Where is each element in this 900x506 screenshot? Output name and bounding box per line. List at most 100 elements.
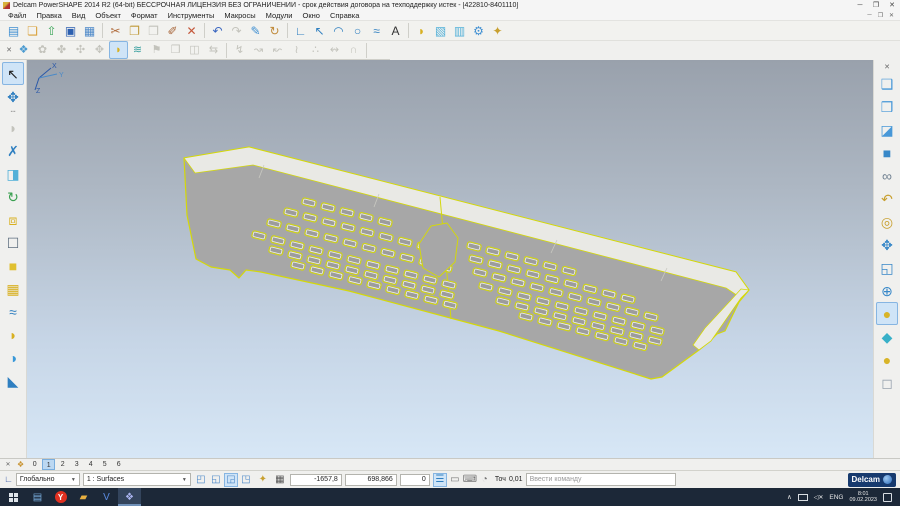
notification-center-icon[interactable] <box>883 493 892 502</box>
level-tab-4[interactable]: 4 <box>84 459 97 470</box>
level-tab-1[interactable]: 1 <box>42 459 55 470</box>
limit-select-icon[interactable]: ✗ <box>2 139 24 162</box>
menu-Файл[interactable]: Файл <box>3 11 31 20</box>
shading-transparent-icon[interactable]: ◻ <box>876 371 898 394</box>
create-feature-icon[interactable]: ▥ <box>450 22 469 40</box>
create-line-icon[interactable]: ∟ <box>291 22 310 40</box>
create-surface-icon[interactable]: ◗ <box>412 22 431 40</box>
protractor-icon[interactable]: ◔ <box>478 473 492 487</box>
erase-icon[interactable]: ✐ <box>163 22 182 40</box>
tolerance-value[interactable]: 0,01 <box>509 476 523 483</box>
curve-morph-icon[interactable]: ≈ <box>2 300 24 323</box>
view-spin-icon[interactable]: ∞ <box>876 164 898 187</box>
cursor-wand-icon[interactable]: ✦ <box>256 473 270 487</box>
create-arc-icon[interactable]: ◠ <box>329 22 348 40</box>
levels-close-icon[interactable]: ✕ <box>3 461 13 468</box>
menu-Окно[interactable]: Окно <box>298 11 325 20</box>
keyboard-entry-icon[interactable]: ⌨ <box>463 473 477 487</box>
menu-Правка[interactable]: Правка <box>31 11 66 20</box>
mdi-minimize-button[interactable]: ─ <box>864 12 875 19</box>
view-solid-cube-icon[interactable]: ■ <box>876 141 898 164</box>
level-tab-6[interactable]: 6 <box>112 459 125 470</box>
file-explorer[interactable]: ▰ <box>72 488 95 506</box>
solid-boolean-icon[interactable]: ⧈ <box>2 208 24 231</box>
ruler-icon[interactable]: ▭ <box>448 473 462 487</box>
mdi-restore-button[interactable]: ❐ <box>875 12 886 19</box>
powershape-taskbar[interactable]: ❖ <box>118 488 141 506</box>
import-file-icon[interactable]: ⇧ <box>42 22 61 40</box>
3d-model-grille-panel[interactable] <box>27 60 845 458</box>
assembly-gears-icon[interactable]: ⚙ <box>469 22 488 40</box>
coord-x-field[interactable]: -1657,8 <box>290 474 342 486</box>
blend-view-icon[interactable]: ↻ <box>265 22 284 40</box>
solid-block-icon[interactable]: ■ <box>2 254 24 277</box>
undo-icon[interactable]: ↶ <box>208 22 227 40</box>
zoom-window-icon[interactable]: ◱ <box>876 256 898 279</box>
language-indicator[interactable]: ENG <box>829 494 843 501</box>
view-from-icon[interactable]: ◪ <box>876 118 898 141</box>
menu-Вид[interactable]: Вид <box>67 11 91 20</box>
workplane-single-icon[interactable]: ◱ <box>209 473 223 487</box>
sphere-split-icon[interactable]: ◑ <box>2 346 24 369</box>
maximize-button[interactable]: ❐ <box>868 0 884 10</box>
workplane-active-icon[interactable]: ◲ <box>224 473 238 487</box>
create-polyline-icon[interactable]: ↖ <box>310 22 329 40</box>
command-input[interactable] <box>526 473 676 486</box>
level-select[interactable]: 1 : Surfaces ▼ <box>83 473 191 486</box>
menu-Макросы[interactable]: Макросы <box>219 11 260 20</box>
zoom-full-icon[interactable]: ✥ <box>876 233 898 256</box>
create-curve-icon[interactable]: ≈ <box>367 22 386 40</box>
workplane-select[interactable]: Глобально ▼ <box>16 473 80 486</box>
create-text-icon[interactable]: A <box>386 22 405 40</box>
wizard-icon[interactable]: ✦ <box>488 22 507 40</box>
speaker-muted-icon[interactable]: ◁✕ <box>814 494 824 501</box>
rail-slider[interactable]: ┄ <box>2 108 24 116</box>
coord-z-field[interactable]: 0 <box>400 474 430 486</box>
item-list-icon[interactable]: ☰ <box>433 473 447 487</box>
minimize-button[interactable]: ─ <box>852 0 868 10</box>
clock[interactable]: 8:01 09.02.2023 <box>849 491 877 503</box>
print-icon[interactable]: ▦ <box>80 22 99 40</box>
transform-tool-icon[interactable]: ✥ <box>2 85 24 108</box>
menu-Модули[interactable]: Модули <box>261 11 298 20</box>
level-tab-3[interactable]: 3 <box>70 459 83 470</box>
new-file-icon[interactable]: ▤ <box>4 22 23 40</box>
surface-morph-icon[interactable]: ◗ <box>2 323 24 346</box>
shading-wireframe-globe-icon[interactable]: ⊕ <box>876 279 898 302</box>
close-button[interactable]: ✕ <box>884 0 900 10</box>
workplane-lock-icon[interactable]: ◳ <box>239 473 253 487</box>
copy-icon[interactable]: ❐ <box>125 22 144 40</box>
start-button[interactable] <box>0 488 26 506</box>
delete-icon[interactable]: ✕ <box>182 22 201 40</box>
shading-shaded-icon[interactable]: ● <box>876 302 898 325</box>
level-tab-5[interactable]: 5 <box>98 459 111 470</box>
menu-Объект[interactable]: Объект <box>90 11 126 20</box>
shading-enhanced-icon[interactable]: ● <box>876 348 898 371</box>
level-tab-0[interactable]: 0 <box>28 459 41 470</box>
draft-cone-icon[interactable]: ◣ <box>2 369 24 392</box>
workplane-axis-icon[interactable]: ∟ <box>4 475 13 484</box>
cut-icon[interactable]: ✂ <box>106 22 125 40</box>
surface-from-curves-icon[interactable]: ≋ <box>128 41 147 59</box>
menu-Инструменты[interactable]: Инструменты <box>163 11 220 20</box>
select-tool-icon[interactable]: ↖ <box>2 62 24 85</box>
edit-sketch-icon[interactable]: ✎ <box>246 22 265 40</box>
create-solid-icon[interactable]: ▧ <box>431 22 450 40</box>
solid-extrude-icon[interactable]: ◨ <box>2 162 24 185</box>
wireframe-box-icon[interactable]: ☐ <box>2 231 24 254</box>
create-circle-icon[interactable]: ○ <box>348 22 367 40</box>
yandex-browser[interactable]: Y <box>49 488 72 506</box>
view-previous-icon[interactable]: ↶ <box>876 187 898 210</box>
close-toolbar-icon[interactable]: ✕ <box>4 41 14 59</box>
tray-caret-icon[interactable]: ∧ <box>787 493 792 501</box>
view-iso-1-icon[interactable]: ❑ <box>876 72 898 95</box>
open-file-icon[interactable]: ❏ <box>23 22 42 40</box>
zoom-search-icon[interactable]: ◎ <box>876 210 898 233</box>
3d-viewport[interactable]: X Y Z <box>27 60 873 458</box>
menu-Формат[interactable]: Формат <box>126 11 163 20</box>
pinned-app-v[interactable]: V <box>95 488 118 506</box>
level-tab-2[interactable]: 2 <box>56 459 69 470</box>
solid-revolve-icon[interactable]: ↻ <box>2 185 24 208</box>
levels-palette-icon[interactable]: ❖ <box>17 460 24 469</box>
surface-fill-in-icon[interactable]: ◗ <box>109 41 128 59</box>
